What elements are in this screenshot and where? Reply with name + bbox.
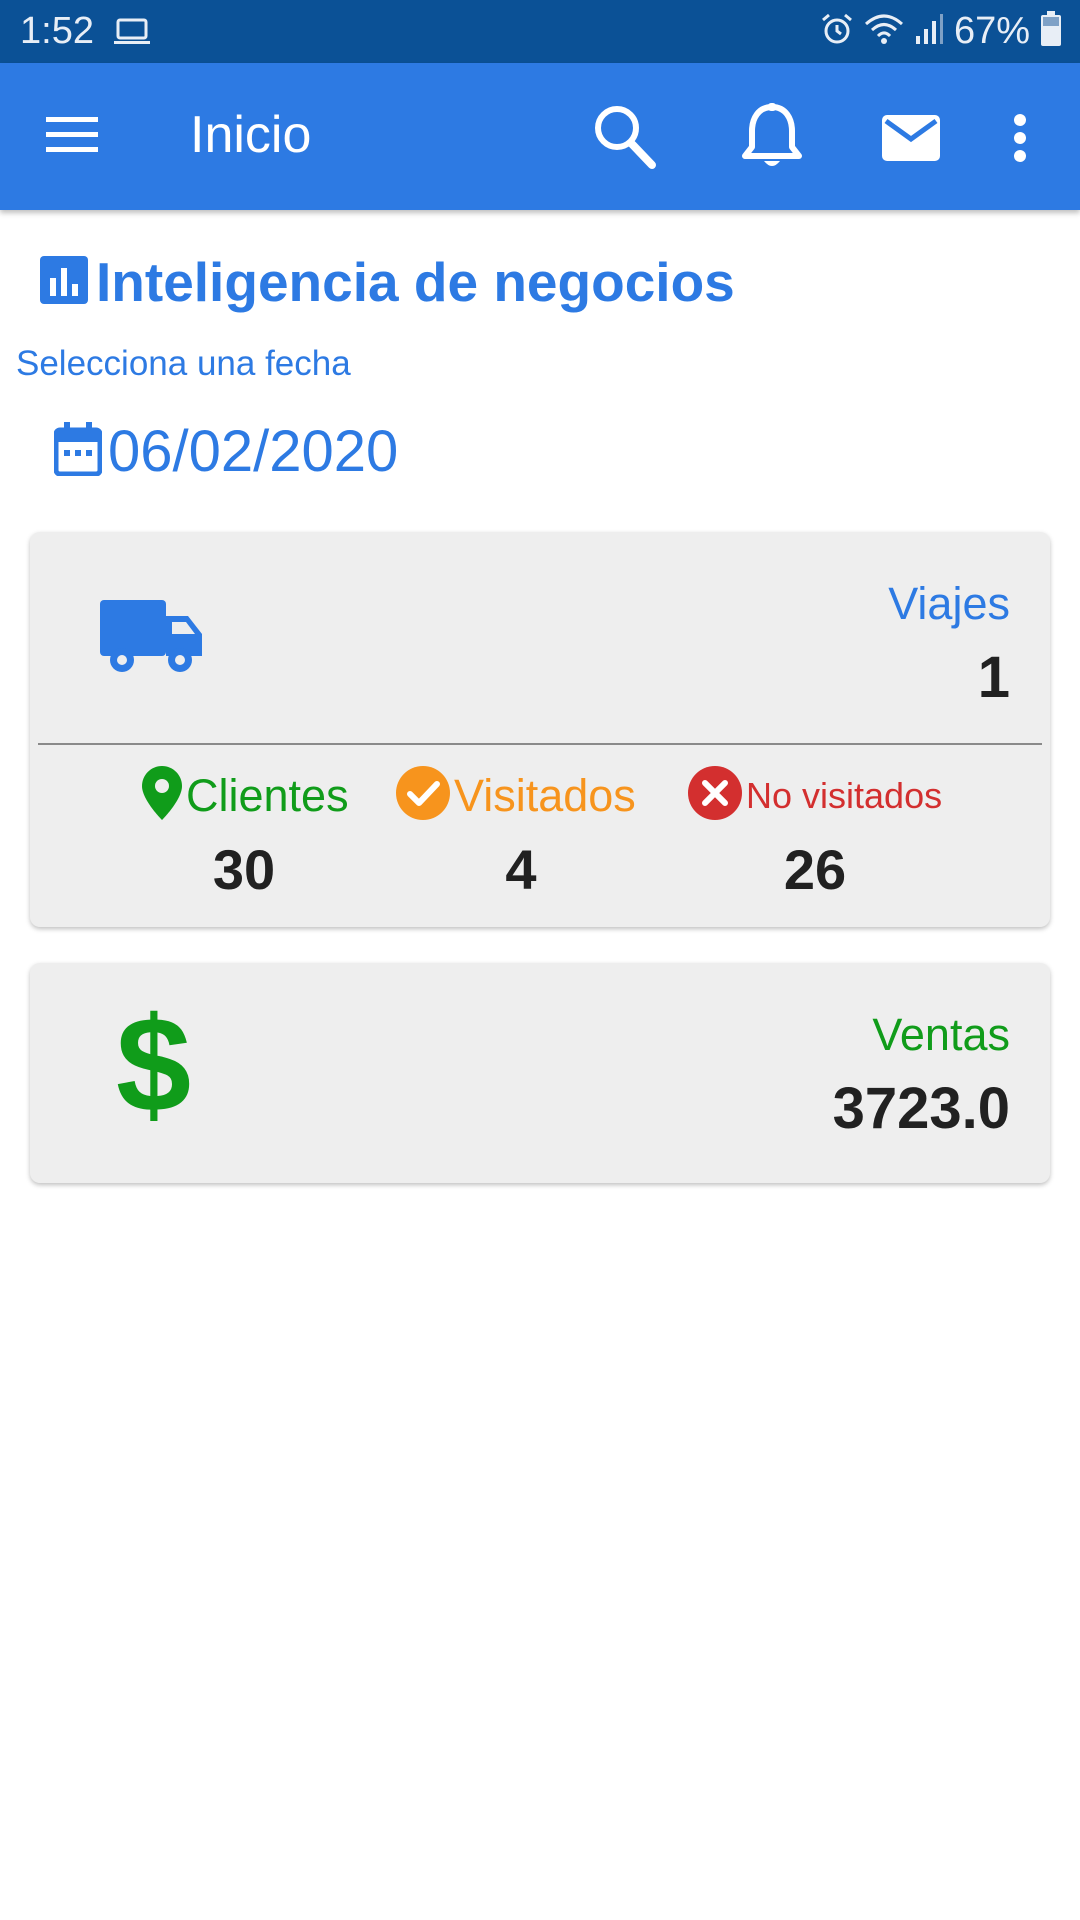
battery-icon [1040, 11, 1062, 52]
date-label: Selecciona una fecha [16, 344, 351, 383]
app-bar: Inicio [0, 63, 1080, 210]
sales-card: $ Ventas 3723.0 [30, 963, 1050, 1183]
wifi-icon [864, 12, 904, 51]
bell-icon[interactable] [740, 103, 804, 178]
laptop-icon [114, 18, 150, 51]
trips-value: 1 [977, 645, 1010, 710]
section-title: Inteligencia de negocios [96, 251, 735, 313]
bar-chart-icon [40, 255, 88, 309]
divider [38, 743, 1042, 745]
mail-icon[interactable] [882, 115, 940, 166]
stat-not-visited: No visitados [688, 766, 942, 825]
stat-clients-value: 30 [212, 838, 276, 901]
calendar-icon[interactable] [53, 422, 103, 481]
page-title: Inicio [190, 106, 312, 164]
trips-card: Viajes 1 Clientes 30 Visitados 4 No visi… [30, 532, 1050, 927]
more-vert-icon[interactable] [1013, 113, 1027, 168]
signal-icon [914, 12, 944, 51]
stat-not-visited-value: 26 [783, 838, 847, 901]
check-circle-icon [396, 766, 450, 825]
sales-value: 3723.0 [832, 1076, 1010, 1141]
cancel-circle-icon [688, 766, 742, 825]
stat-clients: Clientes [142, 766, 349, 825]
status-time: 1:52 [20, 10, 94, 52]
date-picker[interactable]: 06/02/2020 [53, 418, 398, 485]
sales-label: Ventas [872, 1009, 1010, 1060]
stat-not-visited-label: No visitados [746, 774, 943, 816]
truck-icon [100, 600, 204, 681]
stat-visited-value: 4 [505, 838, 537, 901]
stat-visited: Visitados [396, 766, 636, 825]
section-header: Inteligencia de negocios [40, 250, 735, 314]
alarm-icon [820, 12, 854, 51]
location-pin-icon [142, 766, 182, 825]
stat-visited-label: Visitados [454, 769, 636, 821]
menu-icon[interactable] [46, 115, 98, 160]
date-value[interactable]: 06/02/2020 [108, 418, 398, 485]
status-bar: 1:52 67% [0, 0, 1080, 63]
dollar-icon: $ [116, 989, 192, 1140]
trips-label: Viajes [888, 578, 1010, 629]
search-icon[interactable] [592, 103, 656, 174]
battery-percentage: 67% [953, 10, 1030, 52]
stat-clients-label: Clientes [186, 769, 349, 821]
